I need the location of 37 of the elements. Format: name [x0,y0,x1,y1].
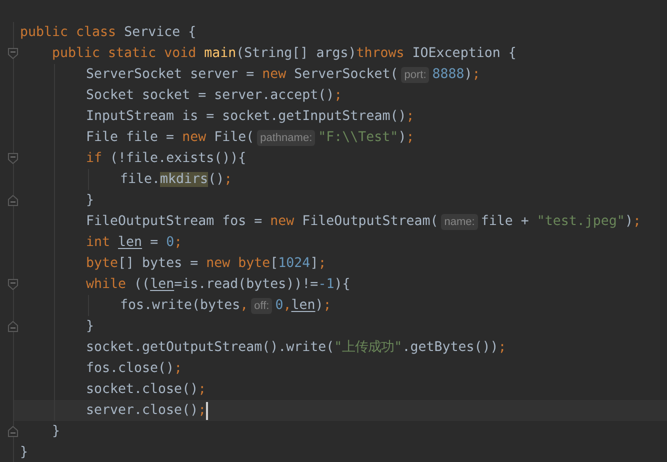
code-text: if (!file.exists()){ [86,150,246,168]
code-text: ServerSocket server = new ServerSocket( [86,66,398,84]
code-text: } [52,422,60,441]
parameter-hint: port: [401,66,430,82]
code-text: } [86,192,94,210]
code-text: Socket socket = server.accept(); [86,86,342,105]
fold-marker-icon[interactable] [8,426,18,437]
code-text: } [86,318,94,336]
parameter-hint: pathname: [257,130,316,146]
code-text: byte[] bytes = new byte[1024]; [86,254,326,273]
fold-marker-icon[interactable] [8,48,18,59]
code-text: File file = new File( [86,128,254,147]
text-cursor [206,402,208,420]
fold-marker-icon[interactable] [8,279,18,290]
code-text: fos.close(); [86,360,182,378]
code-text: InputStream is = socket.getInputStream(); [86,108,414,126]
code-text: file.mkdirs(); [120,170,232,189]
code-text: "F:\\Test"); [318,128,414,147]
code-text: file + "test.jpeg"); [480,212,641,231]
code-text: fos.write(bytes, [120,296,248,315]
fold-marker-icon[interactable] [8,195,18,206]
code-text: int len = 0; [86,234,182,252]
code-text: socket.getOutputStream().write("上传成功".getBytes()); [86,338,506,357]
code-text: socket.close(); [86,380,206,399]
code-text: FileOutputStream fos = new FileOutputStream( [86,212,438,231]
code-text: server.close(); [86,402,206,420]
code-text: 0,len); [275,296,332,315]
code-text: while ((len=is.read(bytes))!=-1){ [86,276,350,294]
code-text: public class Service { [20,24,196,42]
fold-marker-icon[interactable] [8,321,18,332]
fold-marker-icon[interactable] [8,153,18,164]
code-text: 8888); [432,66,480,84]
code-text: } [20,444,28,462]
parameter-hint: name: [441,214,478,230]
parameter-hint: off: [251,298,272,314]
code-editor[interactable] [0,0,667,462]
code-text: public static void main(String[] args)throws IOException { [52,44,516,63]
